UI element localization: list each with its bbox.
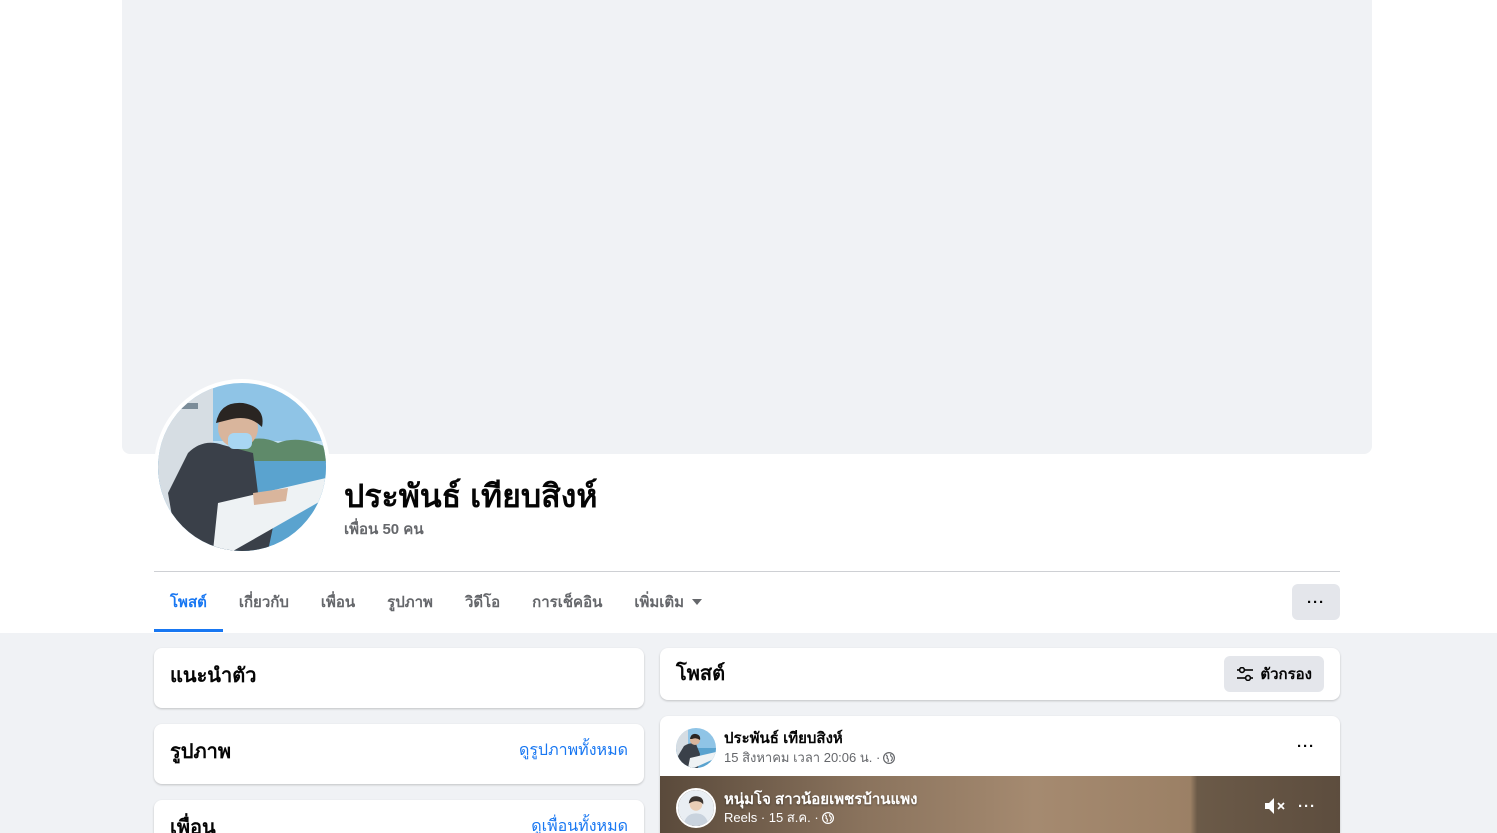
tab-label: เพื่อน — [320, 594, 356, 611]
post-card: ประพันธ์ เทียบสิงห์ 15 สิงหาคม เวลา 20:0… — [660, 716, 1340, 833]
tab-checkins[interactable]: การเช็คอิน — [516, 572, 618, 632]
see-all-photos-link[interactable]: ดูรูปภาพทั้งหมด — [519, 741, 628, 761]
profile-tabs: โพสต์ เกี่ยวกับ เพื่อน รูปภาพ วิดีโอ การ… — [154, 572, 718, 632]
tab-label: เพิ่มเติม — [634, 594, 685, 611]
reel-author-avatar[interactable] — [676, 788, 716, 828]
filter-button[interactable]: ตัวกรอง — [1224, 656, 1324, 692]
globe-icon — [883, 751, 896, 764]
tab-photos[interactable]: รูปภาพ — [371, 572, 449, 632]
cover-photo[interactable] — [122, 0, 1372, 454]
profile-name: ประพันธ์ เทียบสิงห์ — [344, 478, 598, 514]
friends-title: เพื่อน — [170, 817, 216, 833]
post-meta: 15 สิงหาคม เวลา 20:06 น. · — [724, 749, 896, 766]
tab-more[interactable]: เพิ่มเติม — [618, 572, 718, 632]
tab-label: การเช็คอิน — [532, 594, 603, 611]
filter-label: ตัวกรอง — [1260, 666, 1312, 683]
reel-menu-button[interactable]: ··· — [1289, 788, 1325, 824]
avatar-image — [678, 790, 714, 826]
tab-videos[interactable]: วิดีโอ — [449, 572, 516, 632]
post-author-avatar[interactable] — [676, 728, 716, 768]
globe-icon — [821, 811, 834, 824]
intro-card: แนะนำตัว — [154, 648, 644, 708]
posts-header-card: โพสต์ ตัวกรอง — [660, 648, 1340, 700]
mute-icon[interactable] — [1263, 796, 1287, 816]
tab-label: รูปภาพ — [387, 594, 433, 611]
profile-more-button[interactable]: ··· — [1292, 584, 1340, 620]
filter-icon — [1237, 667, 1254, 681]
friends-card: เพื่อน ดูเพื่อนทั้งหมด — [154, 800, 644, 833]
posts-title: โพสต์ — [676, 663, 726, 685]
photos-title: รูปภาพ — [170, 741, 232, 763]
reel-author-name[interactable]: หนุ่มโจ สาวน้อยเพชรบ้านแพง — [724, 790, 917, 810]
post-menu-button[interactable]: ··· — [1288, 728, 1324, 764]
profile-avatar[interactable] — [158, 383, 326, 551]
intro-title: แนะนำตัว — [170, 665, 257, 687]
tab-label: โพสต์ — [170, 594, 207, 611]
post-timestamp[interactable]: 15 สิงหาคม เวลา 20:06 น. · — [724, 749, 880, 766]
shared-reel[interactable]: หนุ่มโจ สาวน้อยเพชรบ้านแพง Reels · 15 ส.… — [660, 776, 1340, 833]
tab-label: เกี่ยวกับ — [238, 594, 289, 611]
tab-about[interactable]: เกี่ยวกับ — [223, 572, 305, 632]
profile-header: ประพันธ์ เทียบสิงห์ เพื่อน 50 คน โพสต์ เ… — [0, 0, 1497, 633]
profile-photo-image — [158, 383, 326, 551]
tab-posts[interactable]: โพสต์ — [154, 572, 223, 632]
avatar-image — [676, 728, 716, 768]
caret-down-icon — [692, 599, 703, 605]
post-author-name[interactable]: ประพันธ์ เทียบสิงห์ — [724, 729, 843, 749]
reel-meta: Reels · 15 ส.ค. · — [724, 809, 834, 826]
tab-label: วิดีโอ — [464, 594, 501, 611]
friend-count[interactable]: เพื่อน 50 คน — [344, 520, 424, 540]
reel-timestamp[interactable]: Reels · 15 ส.ค. · — [724, 809, 819, 826]
photos-card: รูปภาพ ดูรูปภาพทั้งหมด — [154, 724, 644, 784]
tab-friends[interactable]: เพื่อน — [305, 572, 371, 632]
see-all-friends-link[interactable]: ดูเพื่อนทั้งหมด — [531, 817, 628, 833]
